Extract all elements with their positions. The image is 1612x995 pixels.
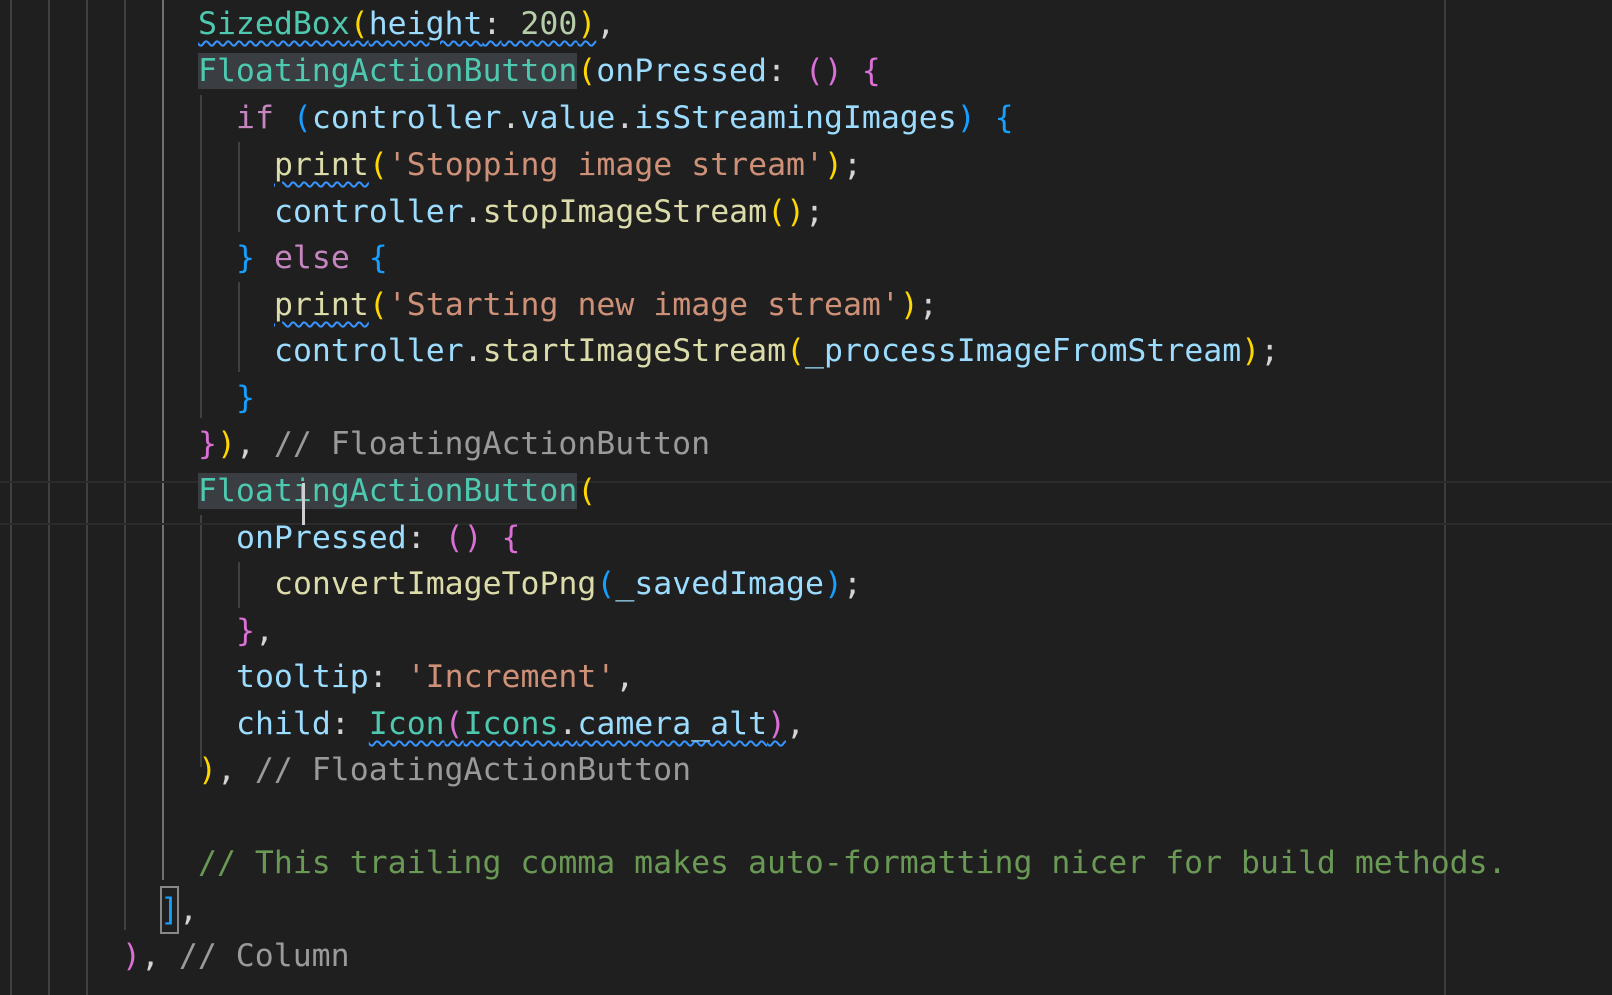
code-line-15[interactable]: tooltip: 'Increment', (236, 653, 634, 701)
code-line-16[interactable]: child: Icon(Icons.camera_alt), (236, 700, 805, 748)
code-line-21[interactable]: ), // Column (122, 932, 350, 980)
code-line-14[interactable]: }, (236, 607, 274, 655)
indent-guide (200, 95, 202, 418)
indent-guide (238, 282, 240, 372)
code-line-19[interactable]: // This trailing comma makes auto-format… (198, 839, 1507, 887)
indent-guide (238, 142, 240, 232)
code-editor[interactable]: SizedBox(height: 200), FloatingActionBut… (0, 0, 1612, 995)
code-line-11[interactable]: FloatingActionButton( (198, 467, 596, 515)
indent-guide (124, 0, 126, 930)
code-line-4[interactable]: print('Stopping image stream'); (274, 141, 862, 189)
indent-guide (200, 515, 202, 767)
code-line-8[interactable]: controller.startImageStream(_processImag… (274, 327, 1279, 375)
code-line-9[interactable]: } (236, 374, 255, 422)
code-line-10[interactable]: }), // FloatingActionButton (198, 420, 710, 468)
indent-guide (238, 562, 240, 608)
code-line-5[interactable]: controller.stopImageStream(); (274, 188, 824, 236)
code-line-20[interactable]: ], (160, 886, 198, 934)
indent-guide-active (162, 0, 164, 880)
code-line-6[interactable]: } else { (236, 234, 388, 282)
code-line-2[interactable]: FloatingActionButton(onPressed: () { (198, 47, 881, 95)
code-line-1[interactable]: SizedBox(height: 200), (198, 0, 615, 48)
code-line-13[interactable]: convertImageToPng(_savedImage); (274, 560, 862, 608)
code-line-7[interactable]: print('Starting new image stream'); (274, 281, 938, 329)
code-line-17[interactable]: ), // FloatingActionButton (198, 746, 691, 794)
code-line-12[interactable]: onPressed: () { (236, 514, 521, 562)
code-line-3[interactable]: if (controller.value.isStreamingImages) … (236, 94, 1014, 142)
text-cursor (302, 483, 305, 525)
matched-bracket: ] (160, 886, 179, 934)
